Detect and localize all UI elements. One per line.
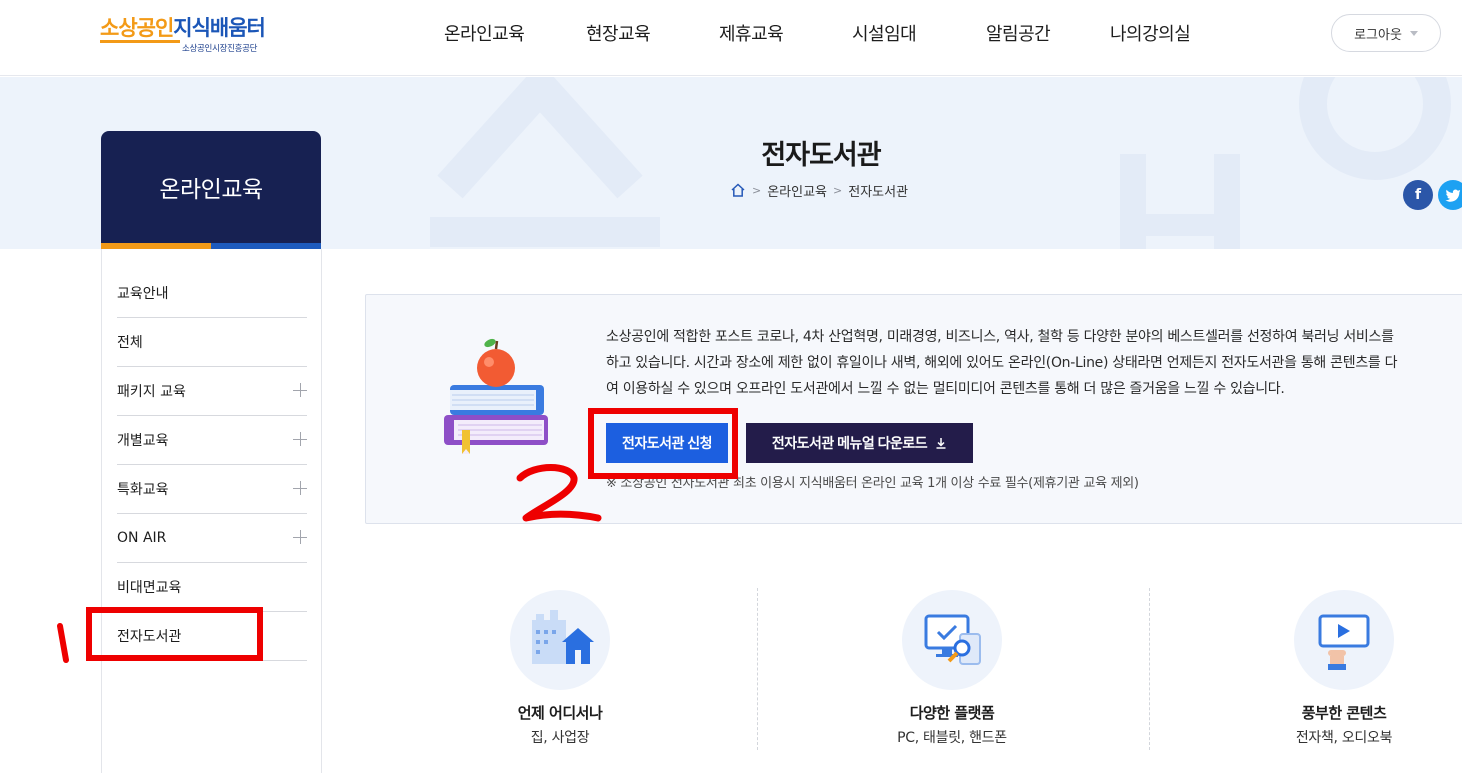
facebook-share-icon[interactable]: f	[1403, 180, 1433, 210]
download-icon	[936, 438, 946, 449]
sidebar-item-untact[interactable]: 비대면교육	[117, 563, 307, 612]
logo-subtitle: 소상공인시장진흥공단	[182, 44, 258, 54]
sidebar-item-label: 특화교육	[117, 482, 169, 498]
nav-notice[interactable]: 알림공간	[986, 20, 1051, 46]
intro-line: 하고 있습니다. 시간과 장소에 제한 없이 휴일이나 새벽, 해외에 있어도 …	[606, 355, 1398, 371]
sidebar-item-on-air[interactable]: ON AIR	[117, 514, 307, 563]
chevron-right-icon: >	[752, 183, 762, 197]
sidebar-item-label: 전체	[117, 335, 143, 351]
home-icon[interactable]	[730, 182, 746, 198]
feature-desc: PC, 태블릿, 핸드폰	[897, 730, 1007, 746]
chevron-right-icon: >	[833, 183, 843, 197]
sidebar-item-label: 교육안내	[117, 286, 169, 302]
feature-icon-circle	[1294, 590, 1394, 690]
sidebar-item-label: 패키지 교육	[117, 384, 186, 400]
intro-description: 소상공인에 적합한 포스트 코로나, 4차 산업혁명, 미래경영, 비즈니스, …	[606, 324, 1462, 402]
site-logo[interactable]: 소상공인지식배움터 소상공인시장진흥공단	[100, 12, 270, 56]
video-screen-icon	[1318, 614, 1370, 670]
plus-icon[interactable]	[293, 383, 307, 397]
sidebar-title: 온라인교육	[101, 131, 321, 243]
manual-download-label: 전자도서관 메뉴얼 다운로드	[771, 435, 928, 451]
plus-icon[interactable]	[293, 481, 307, 495]
annotation-box-1	[86, 607, 263, 661]
plus-icon[interactable]	[293, 432, 307, 446]
nav-facility-rental[interactable]: 시설임대	[852, 20, 917, 46]
annotation-box-2	[588, 408, 738, 479]
nav-partner-education[interactable]: 제휴교육	[719, 20, 784, 46]
books-apple-icon	[444, 338, 548, 454]
logo-underline	[100, 40, 180, 43]
sidebar-item-individual[interactable]: 개별교육	[117, 416, 307, 465]
sidebar-item-label: 개별교육	[117, 433, 169, 449]
breadcrumb-current: 전자도서관	[848, 184, 909, 200]
feature-desc: 전자책, 오디오북	[1295, 730, 1393, 746]
feature-icon-circle	[902, 590, 1002, 690]
breadcrumb-item[interactable]: 온라인교육	[767, 181, 827, 200]
site-header: 소상공인지식배움터 소상공인시장진흥공단 온라인교육 현장교육 제휴교육 시설임…	[0, 0, 1462, 76]
sidebar-item-label: 비대면교육	[117, 580, 182, 596]
nav-my-classroom[interactable]: 나의강의실	[1110, 20, 1191, 46]
feature-desc: 집, 사업장	[530, 730, 590, 746]
caret-down-icon	[1409, 30, 1418, 36]
building-house-icon	[532, 610, 594, 664]
breadcrumb: > 온라인교육 > 전자도서관	[730, 181, 909, 200]
feature-title: 다양한 플랫폼	[909, 704, 995, 722]
sidebar-item-all[interactable]: 전체	[117, 318, 307, 367]
sidebar-item-package[interactable]: 패키지 교육	[117, 367, 307, 416]
feature-contents: 풍부한 콘텐츠 전자책, 오디오북	[1148, 590, 1462, 760]
annotation-mark-1-icon	[57, 623, 69, 663]
twitter-bird-icon	[1445, 189, 1461, 202]
feature-platforms: 다양한 플랫폼 PC, 태블릿, 핸드폰	[756, 590, 1148, 760]
devices-icon	[924, 614, 981, 665]
annotation-mark-2-icon	[516, 464, 602, 522]
logout-label: 로그아웃	[1354, 27, 1402, 43]
sidebar-menu: 교육안내 전체 패키지 교육 개별교육 특화교육 ON AIR 비대면교육 전자…	[101, 249, 322, 773]
logo-title: 소상공인지식배움터	[100, 16, 266, 40]
intro-line: 여 이용하실 수 있으며 오프라인 도서관에서 느낄 수 없는 멀티미디어 콘텐…	[606, 381, 1285, 397]
feature-title: 풍부한 콘텐츠	[1301, 704, 1387, 722]
sidebar-item-specialized[interactable]: 특화교육	[117, 465, 307, 514]
nav-field-education[interactable]: 현장교육	[586, 20, 651, 46]
plus-icon[interactable]	[293, 530, 307, 544]
feature-title: 언제 어디서나	[517, 704, 603, 722]
sidebar-item-label: ON AIR	[117, 530, 167, 546]
nav-online-education[interactable]: 온라인교육	[444, 20, 525, 46]
twitter-share-icon[interactable]	[1438, 180, 1462, 210]
hero-deco-shape-2	[1120, 97, 1240, 249]
intro-line: 소상공인에 적합한 포스트 코로나, 4차 산업혁명, 미래경영, 비즈니스, …	[606, 329, 1394, 345]
feature-icon-circle	[510, 590, 610, 690]
manual-download-button[interactable]: 전자도서관 메뉴얼 다운로드	[746, 423, 973, 463]
sidebar-item-education-guide[interactable]: 교육안내	[117, 269, 307, 318]
logout-button[interactable]: 로그아웃	[1331, 14, 1441, 52]
feature-anytime: 언제 어디서나 집, 사업장	[364, 590, 756, 760]
